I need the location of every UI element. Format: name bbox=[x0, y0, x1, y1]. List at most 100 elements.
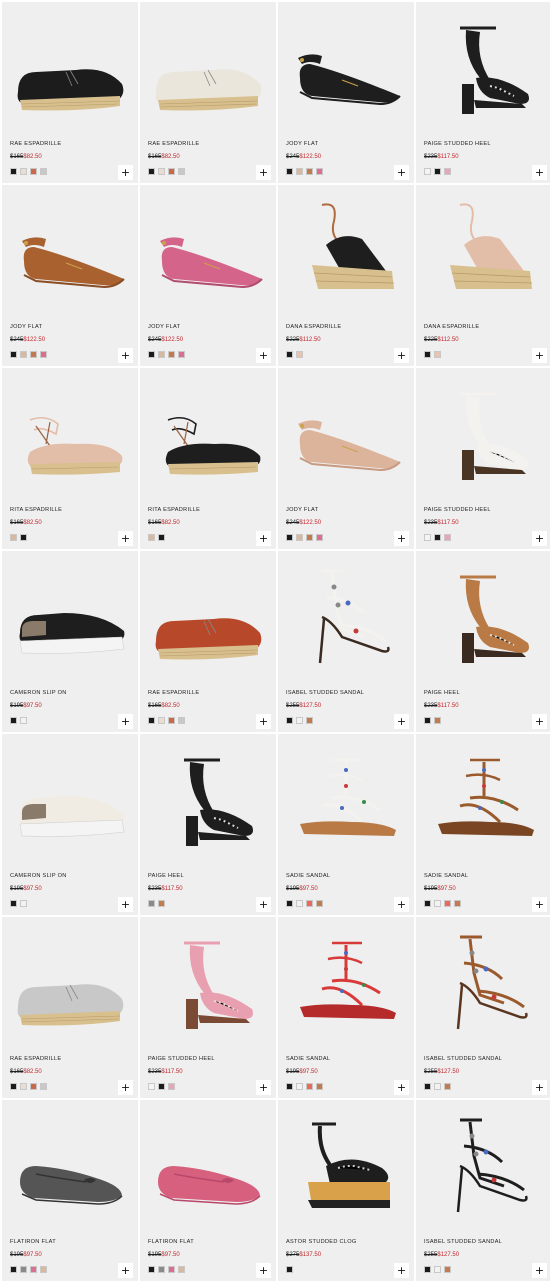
product-name[interactable]: SADIE SANDAL bbox=[424, 873, 468, 879]
espadrille-icon[interactable] bbox=[144, 557, 272, 677]
product-name[interactable]: ISABEL STUDDED SANDAL bbox=[286, 690, 364, 696]
color-swatch[interactable] bbox=[454, 900, 461, 907]
product-name[interactable]: SADIE SANDAL bbox=[286, 1056, 330, 1062]
heel-icon[interactable] bbox=[144, 923, 272, 1043]
add-to-bag-button[interactable]: + bbox=[532, 1263, 547, 1278]
flat-shoe-icon[interactable] bbox=[144, 191, 272, 311]
wedge-icon[interactable] bbox=[282, 191, 410, 311]
add-to-bag-button[interactable]: + bbox=[532, 348, 547, 363]
color-swatch[interactable] bbox=[286, 534, 293, 541]
sneaker-icon[interactable] bbox=[6, 740, 134, 860]
product-card[interactable]: PAIGE STUDDED HEEL $235$117.50 + bbox=[416, 2, 550, 183]
sandal-icon[interactable] bbox=[420, 1106, 548, 1226]
color-swatch[interactable] bbox=[434, 717, 441, 724]
color-swatch[interactable] bbox=[40, 1266, 47, 1273]
color-swatch[interactable] bbox=[30, 1266, 37, 1273]
sandal-icon[interactable] bbox=[420, 923, 548, 1043]
product-name[interactable]: DANA ESPADRILLE bbox=[424, 324, 479, 330]
product-name[interactable]: JODY FLAT bbox=[286, 507, 318, 513]
color-swatch[interactable] bbox=[10, 1266, 17, 1273]
color-swatch[interactable] bbox=[424, 168, 431, 175]
product-name[interactable]: ASTOR STUDDED CLOG bbox=[286, 1239, 357, 1245]
color-swatch[interactable] bbox=[178, 1266, 185, 1273]
product-name[interactable]: RAE ESPADRILLE bbox=[148, 141, 199, 147]
color-swatch[interactable] bbox=[148, 900, 155, 907]
product-name[interactable]: RITA ESPADRILLE bbox=[148, 507, 200, 513]
color-swatch[interactable] bbox=[148, 717, 155, 724]
add-to-bag-button[interactable]: + bbox=[532, 1080, 547, 1095]
color-swatch[interactable] bbox=[148, 1083, 155, 1090]
flat-shoe-icon[interactable] bbox=[6, 191, 134, 311]
product-card[interactable]: RAE ESPADRILLE $165$82.50 + bbox=[2, 917, 138, 1098]
color-swatch[interactable] bbox=[306, 900, 313, 907]
product-card[interactable]: RITA ESPADRILLE $165$82.50 + bbox=[140, 368, 276, 549]
product-card[interactable]: JODY FLAT $245$122.50 + bbox=[140, 185, 276, 366]
product-name[interactable]: DANA ESPADRILLE bbox=[286, 324, 341, 330]
color-swatch[interactable] bbox=[424, 1083, 431, 1090]
add-to-bag-button[interactable]: + bbox=[256, 897, 271, 912]
color-swatch[interactable] bbox=[444, 900, 451, 907]
ballet-flat-icon[interactable] bbox=[6, 1106, 134, 1226]
product-name[interactable]: CAMERON SLIP ON bbox=[10, 690, 67, 696]
color-swatch[interactable] bbox=[30, 168, 37, 175]
color-swatch[interactable] bbox=[434, 351, 441, 358]
color-swatch[interactable] bbox=[286, 1266, 293, 1273]
color-swatch[interactable] bbox=[424, 534, 431, 541]
color-swatch[interactable] bbox=[424, 351, 431, 358]
color-swatch[interactable] bbox=[286, 351, 293, 358]
product-card[interactable]: ASTOR STUDDED CLOG $275$137.50 + bbox=[278, 1100, 414, 1281]
color-swatch[interactable] bbox=[10, 1083, 17, 1090]
product-name[interactable]: PAIGE STUDDED HEEL bbox=[148, 1056, 215, 1062]
product-name[interactable]: RITA ESPADRILLE bbox=[10, 507, 62, 513]
color-swatch[interactable] bbox=[286, 168, 293, 175]
add-to-bag-button[interactable]: + bbox=[256, 1080, 271, 1095]
color-swatch[interactable] bbox=[296, 534, 303, 541]
color-swatch[interactable] bbox=[444, 168, 451, 175]
color-swatch[interactable] bbox=[20, 168, 27, 175]
product-name[interactable]: JODY FLAT bbox=[148, 324, 180, 330]
espadrille-icon[interactable] bbox=[6, 923, 134, 1043]
product-card[interactable]: ISABEL STUDDED SANDAL $255$127.50 + bbox=[278, 551, 414, 732]
sneaker-icon[interactable] bbox=[6, 557, 134, 677]
product-card[interactable]: CAMERON SLIP ON $195$97.50 + bbox=[2, 734, 138, 915]
add-to-bag-button[interactable]: + bbox=[532, 714, 547, 729]
color-swatch[interactable] bbox=[20, 1266, 27, 1273]
color-swatch[interactable] bbox=[40, 351, 47, 358]
product-card[interactable]: SADIE SANDAL $195$97.50 + bbox=[278, 734, 414, 915]
color-swatch[interactable] bbox=[296, 168, 303, 175]
product-name[interactable]: PAIGE STUDDED HEEL bbox=[424, 141, 491, 147]
color-swatch[interactable] bbox=[178, 168, 185, 175]
color-swatch[interactable] bbox=[316, 534, 323, 541]
color-swatch[interactable] bbox=[30, 351, 37, 358]
color-swatch[interactable] bbox=[158, 900, 165, 907]
sandal-icon[interactable] bbox=[282, 557, 410, 677]
product-name[interactable]: FLATIRON FLAT bbox=[148, 1239, 194, 1245]
add-to-bag-button[interactable]: + bbox=[394, 897, 409, 912]
color-swatch[interactable] bbox=[286, 717, 293, 724]
sandal-icon[interactable] bbox=[282, 740, 410, 860]
clog-icon[interactable] bbox=[282, 1106, 410, 1226]
heel-icon[interactable] bbox=[420, 374, 548, 494]
product-name[interactable]: RAE ESPADRILLE bbox=[10, 141, 61, 147]
product-card[interactable]: DANA ESPADRILLE $225$112.50 + bbox=[278, 185, 414, 366]
color-swatch[interactable] bbox=[306, 717, 313, 724]
color-swatch[interactable] bbox=[20, 534, 27, 541]
product-card[interactable]: PAIGE HEEL $235$117.50 + bbox=[416, 551, 550, 732]
product-card[interactable]: DANA ESPADRILLE $225$112.50 + bbox=[416, 185, 550, 366]
espadrille-icon[interactable] bbox=[144, 8, 272, 128]
color-swatch[interactable] bbox=[444, 1266, 451, 1273]
add-to-bag-button[interactable]: + bbox=[118, 897, 133, 912]
color-swatch[interactable] bbox=[10, 900, 17, 907]
product-card[interactable]: FLATIRON FLAT $195$97.50 + bbox=[2, 1100, 138, 1281]
color-swatch[interactable] bbox=[168, 717, 175, 724]
product-name[interactable]: CAMERON SLIP ON bbox=[10, 873, 67, 879]
product-card[interactable]: ISABEL STUDDED SANDAL $255$127.50 + bbox=[416, 1100, 550, 1281]
color-swatch[interactable] bbox=[424, 1266, 431, 1273]
flat-shoe-icon[interactable] bbox=[282, 374, 410, 494]
color-swatch[interactable] bbox=[158, 1083, 165, 1090]
sandal-icon[interactable] bbox=[420, 740, 548, 860]
color-swatch[interactable] bbox=[306, 1083, 313, 1090]
add-to-bag-button[interactable]: + bbox=[118, 165, 133, 180]
ballet-flat-icon[interactable] bbox=[144, 1106, 272, 1226]
add-to-bag-button[interactable]: + bbox=[532, 531, 547, 546]
